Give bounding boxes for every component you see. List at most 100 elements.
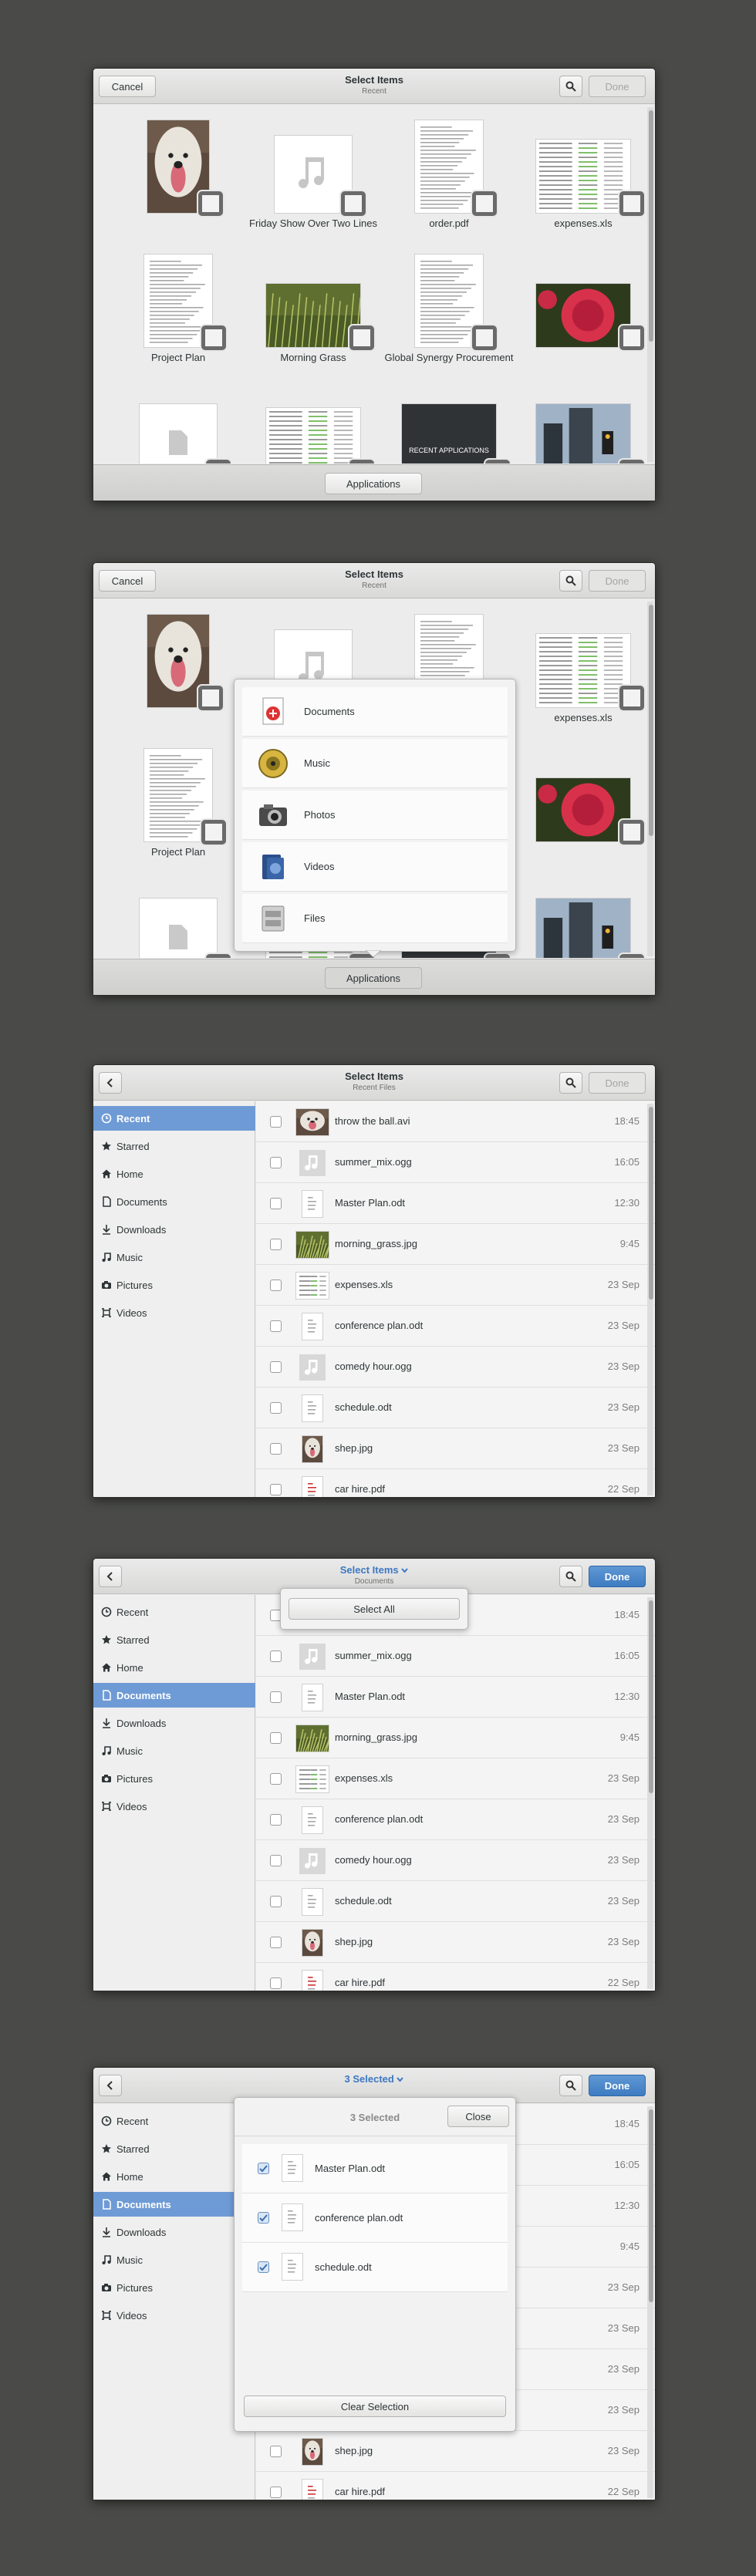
search-button[interactable] [559, 76, 582, 97]
item-checkbox[interactable] [619, 954, 644, 958]
sidebar-item-music[interactable]: Music [93, 1738, 255, 1763]
applications-button[interactable]: Applications [325, 967, 422, 989]
search-button[interactable] [559, 1566, 582, 1587]
file-row[interactable]: shep.jpg 23 Sep [256, 1922, 655, 1963]
file-row[interactable]: morning_grass.jpg 9:45 [256, 1718, 655, 1758]
row-checkbox[interactable] [270, 1402, 282, 1414]
scrollbar-thumb[interactable] [649, 110, 653, 342]
file-row[interactable]: shep.jpg 23 Sep [256, 2431, 655, 2472]
scrollbar-thumb[interactable] [649, 1107, 653, 1300]
row-checkbox[interactable] [270, 1855, 282, 1866]
grid-item[interactable]: order.pdf [383, 120, 515, 251]
sidebar-item-home[interactable]: Home [93, 2164, 255, 2189]
item-checkbox[interactable] [485, 460, 510, 464]
row-checkbox[interactable] [270, 1978, 282, 1989]
row-checkbox[interactable] [270, 1157, 282, 1168]
app-item-music[interactable]: Music [242, 739, 508, 788]
row-checkbox[interactable] [270, 1650, 282, 1662]
sidebar-item-home[interactable]: Home [93, 1655, 255, 1680]
done-button[interactable]: Done [589, 1072, 646, 1094]
sidebar-item-music[interactable]: Music [93, 1245, 255, 1269]
file-row[interactable]: summer_mix.ogg 16:05 [256, 1636, 655, 1677]
search-button[interactable] [559, 570, 582, 592]
item-checkbox[interactable] [206, 954, 231, 958]
row-checkbox[interactable] [270, 1320, 282, 1332]
selected-item[interactable]: Master Plan.odt [242, 2144, 508, 2193]
sidebar-item-pictures[interactable]: Pictures [93, 2275, 255, 2300]
grid-item[interactable] [518, 749, 649, 880]
item-checkbox[interactable] [472, 325, 497, 350]
grid-item[interactable]: expenses.xls [518, 120, 649, 251]
item-checkbox[interactable] [341, 191, 366, 216]
done-button[interactable]: Done [589, 570, 646, 592]
file-row[interactable]: car hire.pdf 22 Sep [256, 1469, 655, 1497]
file-row[interactable]: schedule.odt 23 Sep [256, 1881, 655, 1922]
file-row[interactable]: summer_mix.ogg 16:05 [256, 1142, 655, 1183]
item-checkbox[interactable] [198, 191, 223, 216]
search-button[interactable] [559, 2075, 582, 2096]
app-item-videos[interactable]: Videos [242, 842, 508, 892]
grid-item[interactable]: Project Plan [113, 749, 244, 880]
sidebar-item-downloads[interactable]: Downloads [93, 1711, 255, 1735]
scrollbar-thumb[interactable] [649, 605, 653, 836]
file-row[interactable]: comedy hour.ogg 23 Sep [256, 1347, 655, 1387]
grid-item[interactable] [113, 120, 244, 251]
row-checkbox[interactable] [270, 1691, 282, 1703]
row-checkbox[interactable] [258, 2163, 269, 2174]
item-checkbox[interactable] [619, 820, 644, 845]
row-checkbox[interactable] [270, 1937, 282, 1948]
grid-item[interactable]: Global Synergy Procurement [383, 255, 515, 386]
file-row[interactable]: schedule.odt 23 Sep [256, 1387, 655, 1428]
grid-item[interactable] [518, 255, 649, 386]
item-checkbox[interactable] [619, 460, 644, 464]
grid-item[interactable] [518, 883, 649, 958]
row-checkbox[interactable] [270, 2446, 282, 2457]
select-all-button[interactable]: Select All [289, 1598, 460, 1620]
file-row[interactable]: morning_grass.jpg 9:45 [256, 1224, 655, 1265]
grid-item[interactable]: Friday Show Over Two Lines [248, 120, 379, 251]
item-checkbox[interactable] [472, 191, 497, 216]
row-checkbox[interactable] [258, 2261, 269, 2273]
grid-item[interactable]: RECENT APPLICATIONS [383, 389, 515, 464]
scrollbar-thumb[interactable] [649, 2109, 653, 2302]
app-item-photos[interactable]: Photos [242, 791, 508, 840]
item-checkbox[interactable] [349, 325, 374, 350]
sidebar-item-home[interactable]: Home [93, 1162, 255, 1186]
done-button[interactable]: Done [589, 2075, 646, 2096]
sidebar-item-documents[interactable]: Documents [93, 2192, 255, 2217]
item-checkbox[interactable] [349, 460, 374, 464]
sidebar-item-recent[interactable]: Recent [93, 1106, 255, 1131]
file-row[interactable]: shep.jpg 23 Sep [256, 1428, 655, 1469]
row-checkbox[interactable] [258, 2212, 269, 2224]
file-row[interactable]: throw the ball.avi 18:45 [256, 1101, 655, 1142]
file-row[interactable]: comedy hour.ogg 23 Sep [256, 1840, 655, 1881]
sidebar-item-downloads[interactable]: Downloads [93, 1217, 255, 1242]
row-checkbox[interactable] [270, 1773, 282, 1785]
done-button[interactable]: Done [589, 1566, 646, 1587]
grid-item[interactable]: Project Plan [113, 255, 244, 386]
item-checkbox[interactable] [198, 686, 223, 710]
item-checkbox[interactable] [201, 325, 226, 350]
row-checkbox[interactable] [270, 1116, 282, 1128]
row-checkbox[interactable] [270, 1280, 282, 1291]
file-row[interactable]: conference plan.odt 23 Sep [256, 1799, 655, 1840]
grid-item[interactable] [518, 389, 649, 464]
app-item-files[interactable]: Files [242, 894, 508, 943]
item-checkbox[interactable] [619, 191, 644, 216]
scrollbar-thumb[interactable] [649, 1600, 653, 1793]
file-row[interactable]: Master Plan.odt 12:30 [256, 1677, 655, 1718]
search-button[interactable] [559, 1072, 582, 1094]
file-row[interactable]: car hire.pdf 22 Sep [256, 1963, 655, 1991]
sidebar-item-recent[interactable]: Recent [93, 2109, 255, 2133]
row-checkbox[interactable] [270, 1239, 282, 1250]
item-checkbox[interactable] [201, 820, 226, 845]
row-checkbox[interactable] [270, 1814, 282, 1826]
grid-item[interactable] [113, 389, 244, 464]
row-checkbox[interactable] [270, 1443, 282, 1455]
done-button[interactable]: Done [589, 76, 646, 97]
row-checkbox[interactable] [270, 1361, 282, 1373]
app-item-documents[interactable]: Documents [242, 687, 508, 737]
applications-button[interactable]: Applications [325, 473, 422, 494]
sidebar-item-recent[interactable]: Recent [93, 1600, 255, 1624]
row-checkbox[interactable] [270, 1732, 282, 1744]
